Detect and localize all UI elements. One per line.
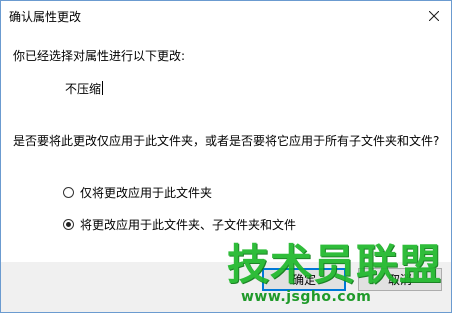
text-caret [102,81,104,95]
confirm-attribute-changes-dialog: 确认属性更改 你已经选择对属性进行以下更改: 不压缩 是否要将此更改仅应用于此文… [0,0,452,313]
option-this-folder-only-label[interactable]: 仅将更改应用于此文件夹 [80,184,212,201]
option-this-folder-only[interactable]: 仅将更改应用于此文件夹 [63,184,212,201]
option-folder-subfolders-files-label[interactable]: 将更改应用于此文件夹、子文件夹和文件 [80,216,296,233]
title-bar[interactable]: 确认属性更改 [1,1,451,32]
ok-button[interactable]: 确定 [262,268,346,291]
attribute-change-text: 不压缩 [65,82,102,96]
dialog-title: 确认属性更改 [9,10,82,24]
attribute-change-value: 不压缩 [65,80,104,97]
close-icon [429,11,439,21]
cancel-button[interactable]: 取消 [358,268,442,291]
change-prompt: 你已经选择对属性进行以下更改: [13,49,186,63]
option-folder-subfolders-files[interactable]: 将更改应用于此文件夹、子文件夹和文件 [63,216,296,233]
close-button[interactable] [417,1,451,31]
radio-selected-dot [66,222,71,227]
apply-scope-question: 是否要将此更改仅应用于此文件夹，或者是否要将它应用于所有子文件夹和文件? [13,134,440,148]
radio-this-folder-only[interactable] [63,187,74,198]
radio-folder-subfolders-files[interactable] [63,219,74,230]
